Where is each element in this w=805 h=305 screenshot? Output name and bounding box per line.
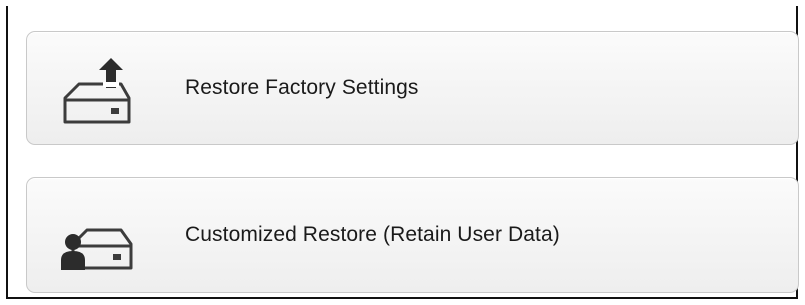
- option-label: Customized Restore (Retain User Data): [185, 223, 560, 246]
- restore-factory-settings-button[interactable]: Restore Factory Settings: [26, 31, 799, 145]
- customized-restore-button[interactable]: Customized Restore (Retain User Data): [26, 177, 799, 293]
- drive-user-icon: [59, 204, 135, 274]
- drive-upload-icon: [59, 58, 135, 128]
- option-label: Restore Factory Settings: [185, 76, 419, 99]
- restore-options-panel: Restore Factory Settings Customized Rest…: [6, 6, 799, 299]
